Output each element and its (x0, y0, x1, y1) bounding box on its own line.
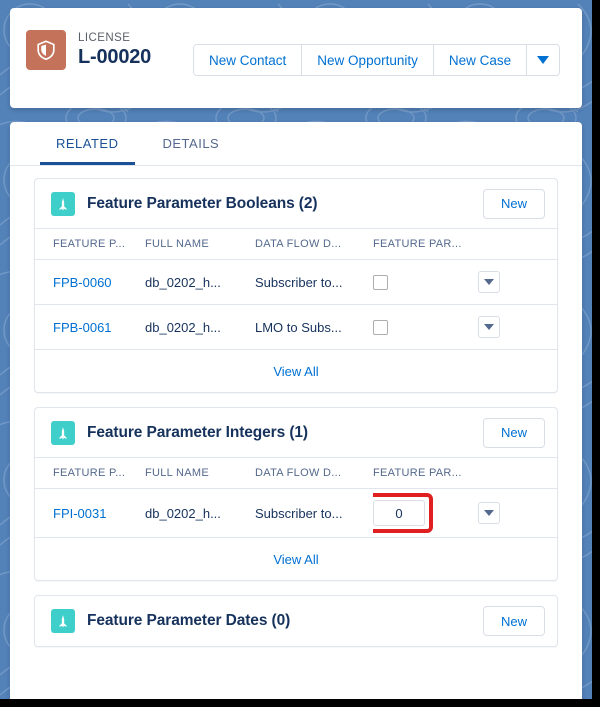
related-lists-area: Feature Parameter Booleans (2) New FEATU… (10, 166, 582, 647)
table-row: FPB-0060 db_0202_h... Subscriber to... (35, 259, 557, 305)
record-type-label: LICENSE (78, 31, 131, 44)
card-title: Feature Parameter Dates (0) (87, 612, 291, 629)
table-header-row: FEATURE P... FULL NAME DATA FLOW D... FE… (35, 458, 557, 489)
shield-icon-glyph (37, 40, 55, 61)
column-header-feature-parameter-value[interactable]: FEATURE PAR... (373, 458, 478, 489)
chevron-down-icon (537, 56, 550, 64)
feature-parameter-icon-glyph (59, 615, 67, 628)
feature-parameter-icon-glyph (59, 197, 67, 210)
record-link[interactable]: FPI-0031 (53, 506, 106, 521)
new-case-button[interactable]: New Case (433, 45, 528, 75)
tab-related[interactable]: RELATED (34, 122, 141, 165)
cell-record-name: FPI-0031 (35, 488, 145, 538)
card-title: Feature Parameter Integers (1) (87, 423, 308, 441)
row-actions-button[interactable] (478, 271, 500, 293)
card-header: Feature Parameter Dates (0) New (35, 596, 557, 646)
integer-value-input[interactable] (373, 500, 425, 526)
cell-data-flow: LMO to Subs... (255, 304, 373, 350)
related-list-table: FEATURE P... FULL NAME DATA FLOW D... FE… (35, 229, 557, 350)
record-link[interactable]: FPB-0060 (53, 275, 112, 290)
cell-full-name: db_0202_h... (145, 488, 255, 538)
related-list-card-dates: Feature Parameter Dates (0) New (34, 595, 558, 647)
cell-data-flow: Subscriber to... (255, 259, 373, 305)
value-checkbox[interactable] (373, 275, 388, 291)
new-record-button[interactable]: New (483, 188, 545, 219)
chevron-down-icon (484, 324, 494, 330)
table-header-row: FEATURE P... FULL NAME DATA FLOW D... FE… (35, 229, 557, 260)
chevron-down-icon (484, 510, 494, 516)
column-header-feature-parameter-value[interactable]: FEATURE PAR... (373, 229, 478, 260)
column-header-full-name[interactable]: FULL NAME (145, 458, 255, 489)
record-link[interactable]: FPB-0061 (53, 320, 112, 335)
value-checkbox[interactable] (373, 320, 388, 336)
page-title: L-00020 (78, 46, 152, 69)
cell-full-name: db_0202_h... (145, 304, 255, 350)
cell-row-actions (478, 304, 557, 350)
feature-parameter-icon-glyph (59, 426, 67, 439)
column-header-feature-parameter[interactable]: FEATURE P... (35, 229, 145, 260)
record-header-card: LICENSE L-00020 New Contact New Opportun… (10, 8, 582, 108)
related-list-table: FEATURE P... FULL NAME DATA FLOW D... FE… (35, 458, 557, 538)
card-header: Feature Parameter Integers (1) New (35, 408, 557, 458)
related-list-card-integers: Feature Parameter Integers (1) New FEATU… (34, 407, 558, 581)
new-opportunity-button[interactable]: New Opportunity (302, 45, 434, 75)
view-all-link[interactable]: View All (35, 538, 557, 580)
feature-parameter-icon (51, 191, 75, 216)
row-actions-button[interactable] (478, 502, 500, 524)
chevron-down-icon (484, 279, 494, 285)
column-header-data-flow-direction[interactable]: DATA FLOW D... (255, 229, 373, 260)
cell-record-name: FPB-0060 (35, 259, 145, 305)
record-detail-panel: RELATED DETAILS Feature Parameter Boolea… (10, 122, 582, 699)
table-row: FPI-0031 db_0202_h... Subscriber to... (35, 488, 557, 538)
card-header: Feature Parameter Booleans (2) New (35, 179, 557, 229)
tab-details[interactable]: DETAILS (141, 122, 242, 165)
record-text: LICENSE L-00020 (78, 32, 151, 69)
window-frame-right (592, 0, 600, 707)
row-actions-button[interactable] (478, 316, 500, 338)
record-identity: LICENSE L-00020 (26, 30, 151, 70)
cell-value (373, 304, 478, 350)
new-record-button[interactable]: New (483, 606, 545, 636)
new-contact-button[interactable]: New Contact (194, 45, 303, 75)
view-all-link[interactable]: View All (35, 350, 557, 392)
column-header-full-name[interactable]: FULL NAME (145, 229, 255, 260)
record-actions-group: New Contact New Opportunity New Case (193, 44, 561, 76)
feature-parameter-icon (51, 420, 75, 445)
column-header-actions (478, 458, 557, 489)
cell-value (373, 259, 478, 305)
value-field-wrapper (373, 493, 433, 533)
column-header-data-flow-direction[interactable]: DATA FLOW D... (255, 458, 373, 489)
cell-value (373, 488, 478, 538)
new-record-button[interactable]: New (483, 417, 545, 448)
table-row: FPB-0061 db_0202_h... LMO to Subs... (35, 304, 557, 350)
cell-row-actions (478, 488, 557, 538)
cell-record-name: FPB-0061 (35, 304, 145, 350)
related-list-card-booleans: Feature Parameter Booleans (2) New FEATU… (34, 178, 558, 393)
card-title: Feature Parameter Booleans (2) (87, 194, 318, 212)
window-frame-bottom (0, 699, 600, 707)
record-tabs: RELATED DETAILS (10, 122, 582, 166)
cell-full-name: db_0202_h... (145, 259, 255, 305)
cell-row-actions (478, 259, 557, 305)
more-actions-button[interactable] (527, 45, 560, 75)
column-header-feature-parameter[interactable]: FEATURE P... (35, 458, 145, 489)
feature-parameter-icon (51, 609, 75, 633)
shield-icon (26, 30, 66, 70)
cell-data-flow: Subscriber to... (255, 488, 373, 538)
column-header-actions (478, 229, 557, 260)
